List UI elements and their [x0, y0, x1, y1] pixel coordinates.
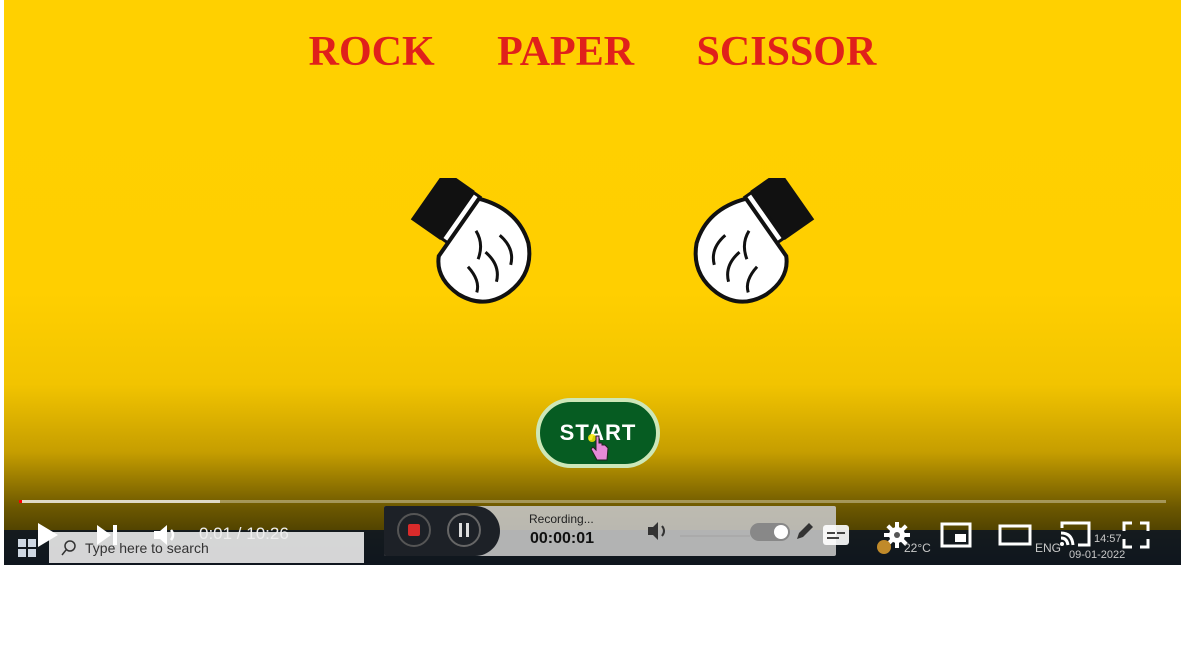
search-icon: [61, 540, 76, 556]
tray-language: ENG: [1035, 541, 1062, 555]
stop-icon: [408, 524, 420, 536]
miniplayer-icon[interactable]: [940, 522, 972, 548]
played-progress: [19, 500, 23, 503]
audio-icon[interactable]: [646, 520, 672, 542]
cast-icon[interactable]: [1058, 520, 1092, 548]
pointer-hand-icon: [588, 434, 609, 461]
windows-logo-icon: [18, 539, 36, 557]
recording-timer: 00:00:01: [530, 530, 595, 547]
stop-recording-button[interactable]: [397, 513, 431, 547]
title-word-paper: PAPER: [497, 29, 635, 75]
tray-date: 09-01-2022: [1069, 549, 1126, 561]
weather-icon: [877, 540, 891, 554]
next-icon[interactable]: [95, 524, 119, 546]
recorder-toggle[interactable]: [750, 523, 790, 541]
theater-mode-icon[interactable]: [998, 524, 1032, 546]
time-display: 0:01 / 10:26: [199, 524, 289, 543]
play-icon[interactable]: [36, 522, 60, 548]
pause-recording-button[interactable]: [447, 513, 481, 547]
video-player[interactable]: ROCK PAPER SCISSOR START Type here to se…: [4, 0, 1181, 565]
tray-clock: 14:57: [1094, 533, 1122, 545]
title-word-scissor: SCISSOR: [696, 29, 877, 75]
toggle-knob: [774, 525, 788, 539]
screen-recorder-widget: Recording... 00:00:01: [384, 506, 836, 556]
buffered-progress: [19, 500, 220, 503]
fullscreen-icon[interactable]: [1122, 521, 1150, 549]
right-fist-icon: [693, 178, 815, 304]
volume-icon[interactable]: [152, 523, 180, 547]
title-word-rock: ROCK: [308, 29, 435, 75]
left-fist-icon: [410, 178, 532, 304]
game-title: ROCK PAPER SCISSOR: [4, 28, 1181, 76]
recording-status: Recording...: [529, 512, 594, 526]
tray-weather: 22°C: [904, 541, 931, 555]
progress-bar[interactable]: [19, 500, 1166, 503]
pause-icon: [459, 523, 469, 537]
recorder-controls: [384, 506, 500, 556]
subtitles-icon[interactable]: [822, 524, 850, 546]
audio-level-bar: [680, 535, 750, 537]
pencil-icon[interactable]: [794, 520, 816, 542]
